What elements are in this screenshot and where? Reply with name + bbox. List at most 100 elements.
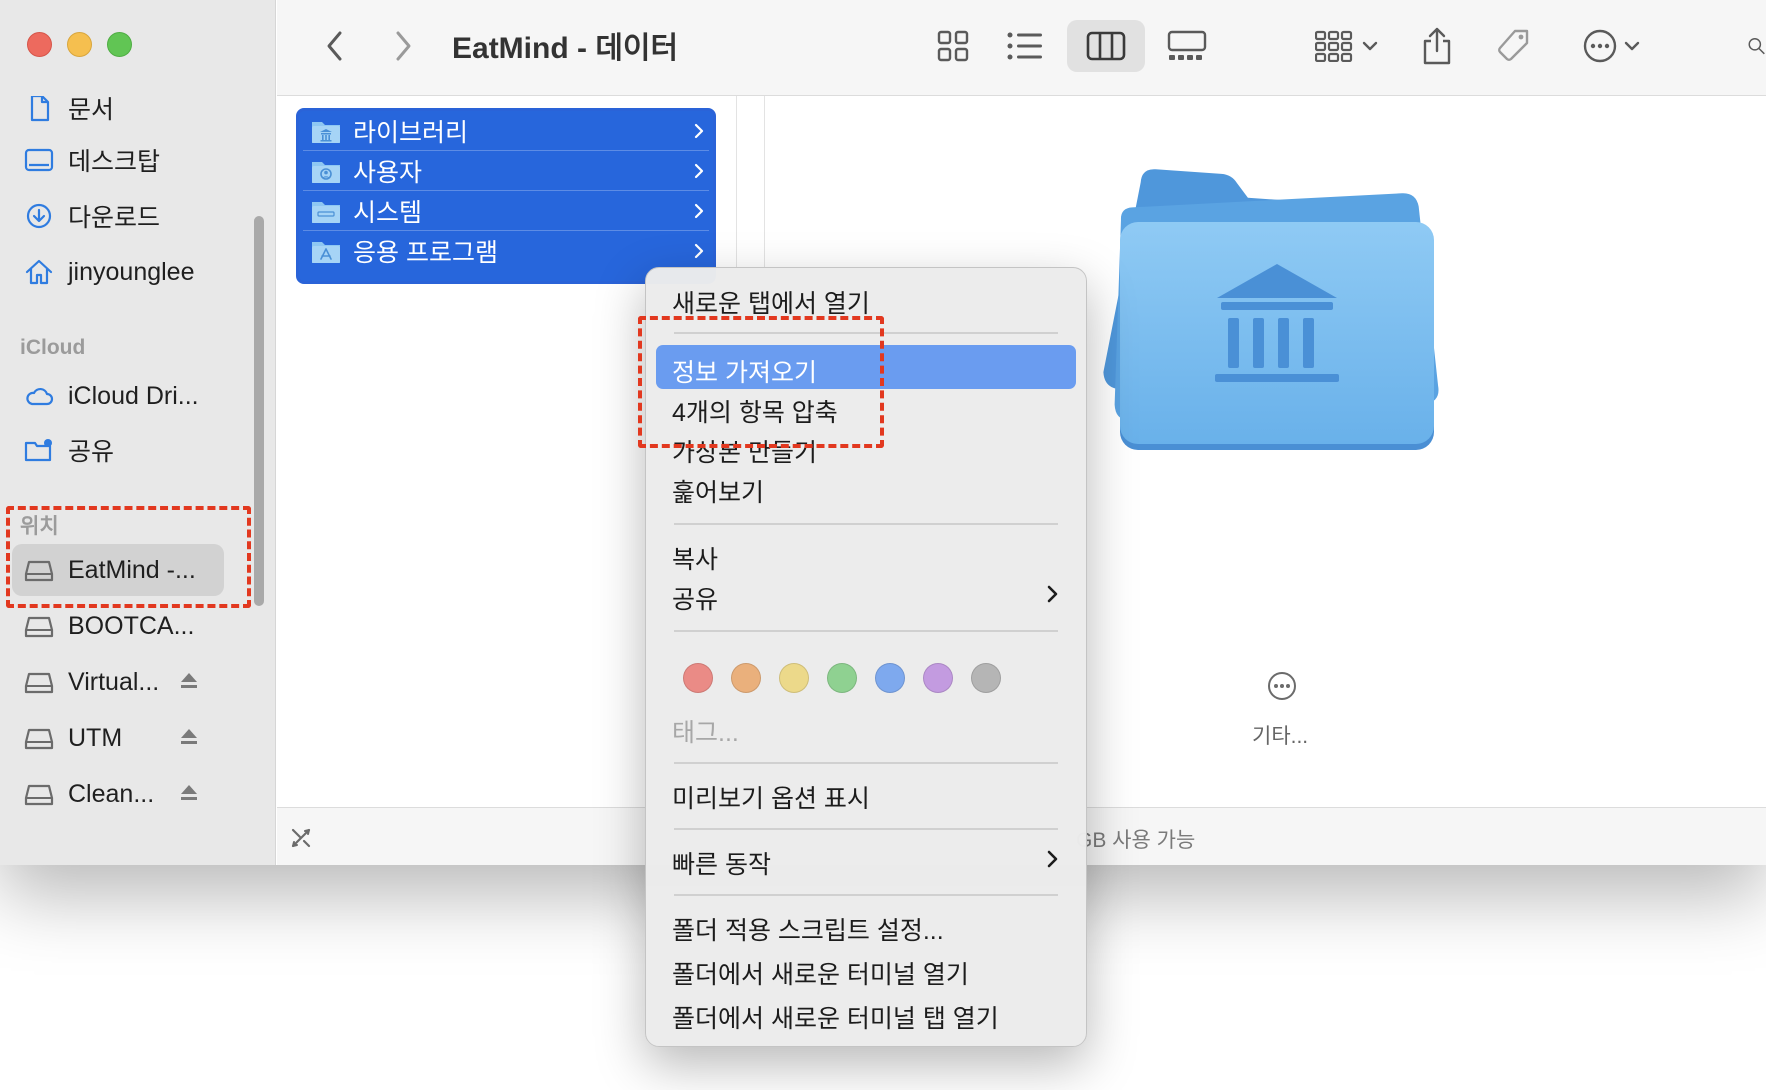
more-button[interactable] xyxy=(1266,670,1298,702)
eject-icon[interactable] xyxy=(178,726,200,748)
minimize-window-button[interactable] xyxy=(67,32,92,57)
list-item-system[interactable]: 시스템 xyxy=(303,191,709,231)
list-item-applications[interactable]: 응용 프로그램 xyxy=(303,231,709,271)
column-view-icon xyxy=(1086,31,1126,61)
chevron-down-icon xyxy=(1624,41,1640,51)
disk-icon xyxy=(24,728,54,750)
system-folder-icon xyxy=(312,202,340,223)
chevron-right-icon xyxy=(694,123,704,139)
shared-folder-icon xyxy=(24,439,52,462)
tag-icon xyxy=(1498,29,1529,61)
tag-button[interactable] xyxy=(1491,20,1535,72)
chevron-left-icon xyxy=(327,31,342,61)
sidebar-item-home[interactable]: jinyounglee xyxy=(12,246,224,298)
sidebar-item-label: 공유 xyxy=(68,438,115,466)
gallery-view-icon xyxy=(1167,30,1207,60)
menu-item-quick-actions[interactable]: 빠른 동작 xyxy=(656,837,1076,881)
sidebar-item-clean[interactable]: Clean... xyxy=(12,768,224,820)
share-button[interactable] xyxy=(1415,20,1459,72)
disk-icon xyxy=(24,784,54,806)
menu-item-share[interactable]: 공유 xyxy=(656,572,1076,616)
tag-red-button[interactable] xyxy=(683,663,713,693)
tag-blue-button[interactable] xyxy=(875,663,905,693)
collapse-path-icon[interactable] xyxy=(287,824,315,852)
sidebar-item-virtual[interactable]: Virtual... xyxy=(12,656,224,708)
menu-item-open-in-new-tab[interactable]: 새로운 탭에서 열기 xyxy=(656,276,1076,320)
search-icon xyxy=(1748,38,1765,55)
menu-item-label: 폴더 적용 스크립트 설정... xyxy=(672,917,944,945)
list-item-users[interactable]: 사용자 xyxy=(303,151,709,191)
chevron-right-icon xyxy=(694,243,704,259)
list-view-icon xyxy=(1007,32,1042,60)
tag-orange-button[interactable] xyxy=(731,663,761,693)
folder-stack-icon xyxy=(1103,169,1439,450)
tag-green-button[interactable] xyxy=(827,663,857,693)
group-button[interactable] xyxy=(1307,20,1387,72)
group-icon xyxy=(1315,30,1353,62)
sidebar-item-utm[interactable]: UTM xyxy=(12,712,224,764)
library-folder-icon xyxy=(312,122,340,143)
search-button[interactable] xyxy=(1747,20,1766,72)
menu-item-new-terminal-tab-at-folder[interactable]: 폴더에서 새로운 터미널 탭 열기 xyxy=(656,991,1076,1035)
gallery-view-button[interactable] xyxy=(1157,20,1217,72)
menu-item-new-terminal-at-folder[interactable]: 폴더에서 새로운 터미널 열기 xyxy=(656,947,1076,991)
tag-purple-button[interactable] xyxy=(923,663,953,693)
menu-item-folder-actions-setup[interactable]: 폴더 적용 스크립트 설정... xyxy=(656,903,1076,947)
close-window-button[interactable] xyxy=(27,32,52,57)
menu-item-label: 태그... xyxy=(672,719,739,747)
chevron-right-icon xyxy=(396,31,411,61)
menu-separator xyxy=(674,894,1058,896)
sidebar-item-label: UTM xyxy=(68,723,123,752)
sidebar-scrollbar[interactable] xyxy=(254,216,264,606)
sidebar-item-label: Clean... xyxy=(68,779,155,808)
eject-icon[interactable] xyxy=(178,782,200,804)
home-icon xyxy=(25,259,53,285)
chevron-down-icon xyxy=(1362,41,1378,51)
menu-item-label: 미리보기 옵션 표시 xyxy=(672,785,870,813)
chevron-right-icon xyxy=(1047,585,1058,603)
screen: 문서 데스크탑 다운로드 jinyounglee iCloud iCloud D… xyxy=(0,0,1766,1090)
menu-item-label: 훑어보기 xyxy=(672,479,765,507)
ellipsis-circle-icon xyxy=(1583,29,1617,63)
users-folder-icon xyxy=(312,162,340,183)
disk-icon xyxy=(24,672,54,694)
chevron-right-icon xyxy=(1047,850,1058,868)
action-button[interactable] xyxy=(1577,20,1647,72)
sidebar-item-downloads[interactable]: 다운로드 xyxy=(12,190,224,242)
window-title: EatMind - 데이터 xyxy=(452,32,679,65)
annotation-box xyxy=(638,316,884,448)
list-item-label: 시스템 xyxy=(353,198,423,227)
menu-separator xyxy=(674,523,1058,525)
sidebar: 문서 데스크탑 다운로드 jinyounglee iCloud iCloud D… xyxy=(0,0,276,865)
sidebar-item-documents[interactable]: 문서 xyxy=(12,96,224,134)
forward-button[interactable] xyxy=(383,20,423,72)
tag-gray-button[interactable] xyxy=(971,663,1001,693)
list-item-library[interactable]: 라이브러리 xyxy=(303,111,709,151)
sidebar-item-label: BOOTCA... xyxy=(68,611,195,640)
annotation-box xyxy=(6,506,251,608)
menu-item-tags[interactable]: 태그... xyxy=(656,705,1076,749)
column-view-button[interactable] xyxy=(1067,20,1145,72)
sidebar-item-label: 데스크탑 xyxy=(68,148,161,176)
menu-item-quick-look[interactable]: 훑어보기 xyxy=(656,465,1076,509)
column-item-list: 라이브러리 사용자 시스템 응용 프로그램 xyxy=(296,108,716,284)
eject-icon[interactable] xyxy=(178,670,200,692)
list-view-button[interactable] xyxy=(999,20,1051,72)
chevron-right-icon xyxy=(694,163,704,179)
share-icon xyxy=(1423,27,1451,65)
zoom-window-button[interactable] xyxy=(107,32,132,57)
list-item-label: 응용 프로그램 xyxy=(353,239,498,267)
more-label: 기타... xyxy=(1252,725,1309,748)
tag-yellow-button[interactable] xyxy=(779,663,809,693)
menu-item-label: 폴더에서 새로운 터미널 열기 xyxy=(672,961,969,989)
sidebar-item-desktop[interactable]: 데스크탑 xyxy=(12,134,224,186)
chevron-right-icon xyxy=(694,203,704,219)
sidebar-item-shared[interactable]: 공유 xyxy=(12,424,224,476)
back-button[interactable] xyxy=(315,20,355,72)
menu-item-show-view-options[interactable]: 미리보기 옵션 표시 xyxy=(656,771,1076,815)
menu-item-copy[interactable]: 복사 xyxy=(656,532,1076,576)
menu-item-label: 빠른 동작 xyxy=(672,851,771,879)
icon-view-button[interactable] xyxy=(927,20,979,72)
sidebar-item-icloud-drive[interactable]: iCloud Dri... xyxy=(12,370,224,422)
sidebar-item-label: 문서 xyxy=(68,96,115,124)
